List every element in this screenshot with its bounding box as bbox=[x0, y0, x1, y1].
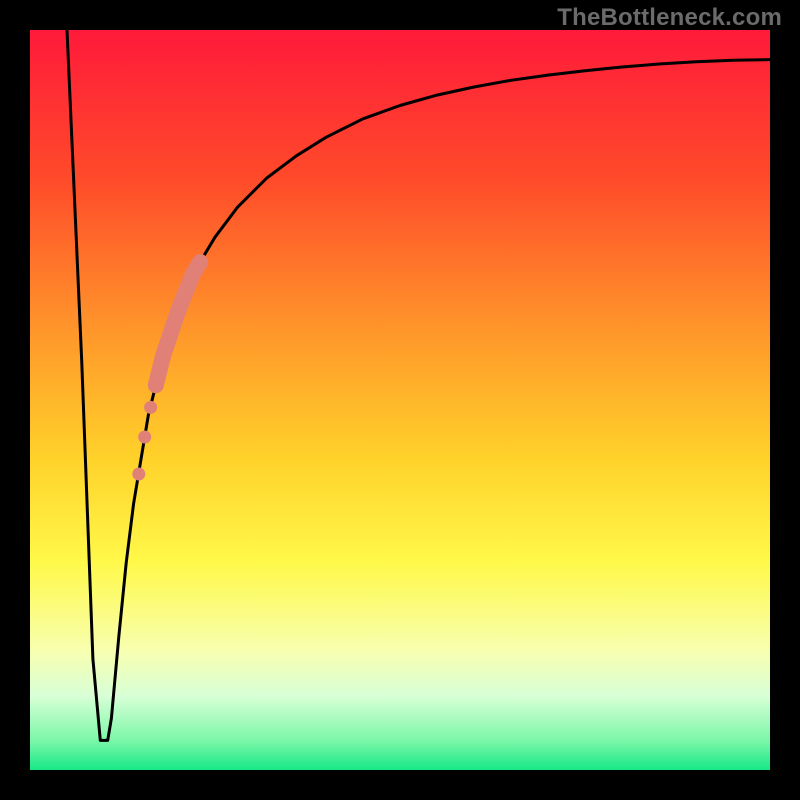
highlight-dot bbox=[138, 431, 151, 444]
plot-background bbox=[30, 30, 770, 770]
highlight-dot bbox=[144, 401, 157, 414]
bottleneck-chart bbox=[0, 0, 800, 800]
highlight-dot bbox=[132, 468, 145, 481]
chart-frame: TheBottleneck.com bbox=[0, 0, 800, 800]
